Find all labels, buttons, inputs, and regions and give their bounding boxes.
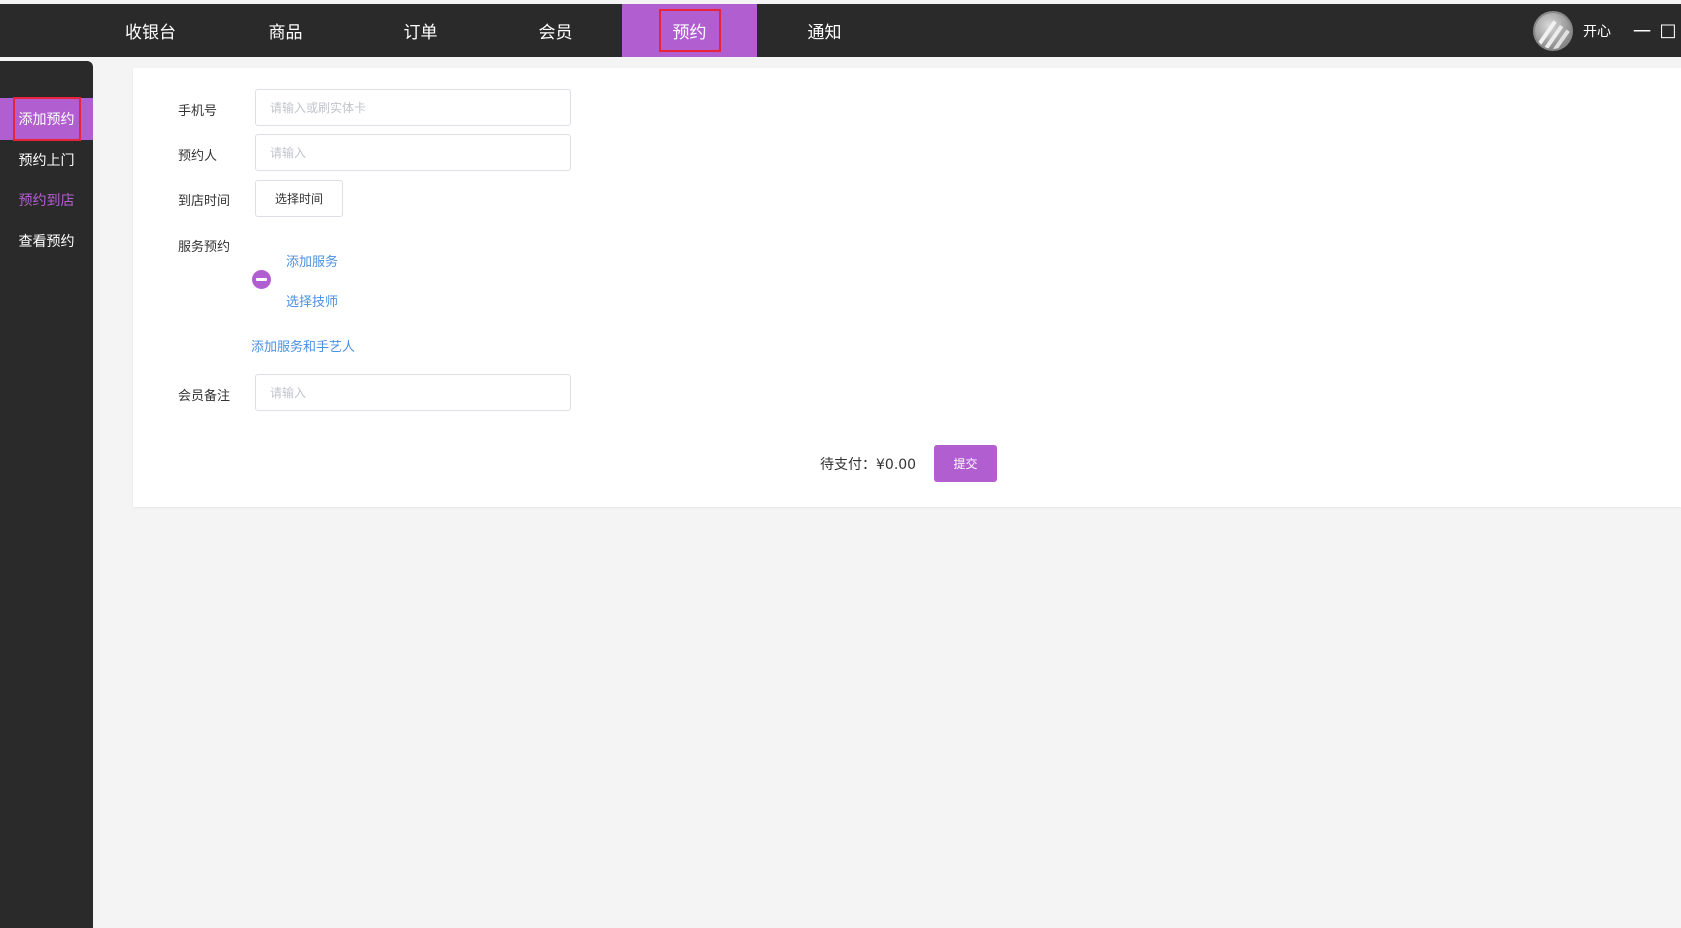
minimize-icon[interactable]: 一 [1629, 18, 1655, 44]
appointment-form-card: 手机号 预约人 到店时间 选择时间 服务预约 添加服务 选择技师 添加服务和手艺… [133, 68, 1681, 507]
pending-payment-label: 待支付：¥0.00 [820, 454, 916, 474]
add-service-link[interactable]: 添加服务 [286, 251, 338, 270]
booker-label: 预约人 [178, 149, 218, 164]
nav-item-orders[interactable]: 订单 [353, 4, 488, 57]
add-service-and-artisan-link[interactable]: 添加服务和手艺人 [251, 336, 355, 355]
sidebar-item-store-visit[interactable]: 预约到店 [0, 179, 93, 221]
select-technician-link[interactable]: 选择技师 [286, 291, 338, 310]
member-note-label: 会员备注 [178, 389, 231, 404]
nav-item-label: 预约 [658, 9, 721, 52]
nav-item-products[interactable]: 商品 [218, 4, 353, 57]
sidebar: 添加预约 预约上门 预约到店 查看预约 [0, 61, 93, 928]
nav-item-label: 会员 [538, 23, 573, 43]
user-area: 开心 一 □ [1533, 4, 1681, 57]
nav-item-label: 通知 [807, 23, 842, 43]
select-time-button[interactable]: 选择时间 [255, 180, 343, 217]
nav-item-cashier[interactable]: 收银台 [83, 4, 218, 57]
user-name[interactable]: 开心 [1583, 21, 1611, 41]
sidebar-item-label: 预约上门 [18, 153, 75, 169]
nav-item-appointments[interactable]: 预约 [622, 4, 757, 57]
avatar[interactable] [1533, 10, 1573, 51]
sidebar-item-label: 添加预约 [12, 97, 81, 141]
sidebar-item-view-appointments[interactable]: 查看预约 [0, 220, 93, 262]
remove-service-icon[interactable] [252, 270, 271, 289]
nav-item-members[interactable]: 会员 [488, 4, 623, 57]
nav-item-label: 订单 [403, 23, 438, 43]
sidebar-item-add-appointment[interactable]: 添加预约 [0, 97, 93, 141]
pending-amount: ¥0.00 [876, 457, 917, 473]
nav-item-label: 商品 [268, 23, 303, 43]
sidebar-item-home-visit[interactable]: 预约上门 [0, 139, 93, 181]
restore-icon[interactable]: □ [1655, 20, 1681, 41]
phone-label: 手机号 [178, 104, 218, 119]
nav-item-notifications[interactable]: 通知 [757, 4, 892, 57]
sidebar-item-label: 预约到店 [18, 193, 75, 209]
arrival-time-label: 到店时间 [178, 194, 231, 209]
booker-input[interactable] [255, 134, 571, 171]
pending-label-text: 待支付： [820, 457, 876, 473]
sidebar-item-label: 查看预约 [18, 234, 75, 250]
nav-item-label: 收银台 [125, 23, 176, 43]
phone-input[interactable] [255, 89, 571, 126]
submit-button[interactable]: 提交 [934, 445, 997, 482]
service-label: 服务预约 [178, 240, 231, 255]
member-note-input[interactable] [255, 374, 571, 411]
top-nav-bar: 收银台 商品 订单 会员 预约 通知 开心 一 □ [0, 4, 1681, 57]
